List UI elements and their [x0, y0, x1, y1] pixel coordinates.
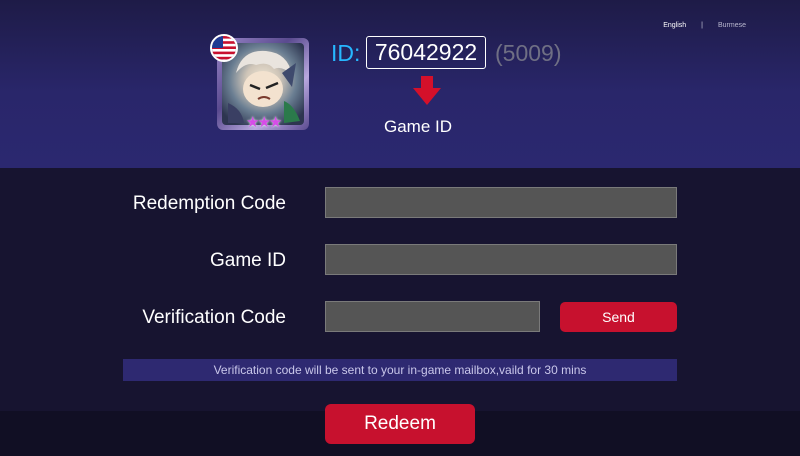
redemption-code-input[interactable]	[325, 187, 677, 218]
redemption-code-label: Redemption Code	[132, 193, 286, 214]
send-code-button[interactable]: Send	[560, 302, 677, 332]
star-rank-icon: ★★★	[246, 114, 282, 131]
language-english[interactable]: English	[663, 22, 686, 29]
server-id: (5009)	[495, 40, 562, 66]
arrow-down-icon	[413, 76, 441, 105]
language-separator: |	[701, 22, 703, 29]
header-banner: English | Burmese ★★★ ID: 76042922 (5009…	[0, 0, 800, 168]
player-id-value: 76042922	[366, 36, 486, 69]
game-id-label: Game ID	[209, 250, 286, 271]
verification-notice: Verification code will be sent to your i…	[123, 359, 677, 381]
redeem-button[interactable]: Redeem	[325, 404, 475, 444]
language-switcher: English | Burmese	[663, 22, 746, 29]
us-flag-icon	[210, 34, 238, 62]
id-label: ID:	[331, 40, 361, 66]
game-id-caption: Game ID	[384, 117, 453, 136]
verification-code-input[interactable]	[325, 301, 540, 332]
language-burmese[interactable]: Burmese	[718, 22, 746, 29]
game-id-input[interactable]	[325, 244, 677, 275]
verification-code-label: Verification Code	[142, 307, 286, 328]
